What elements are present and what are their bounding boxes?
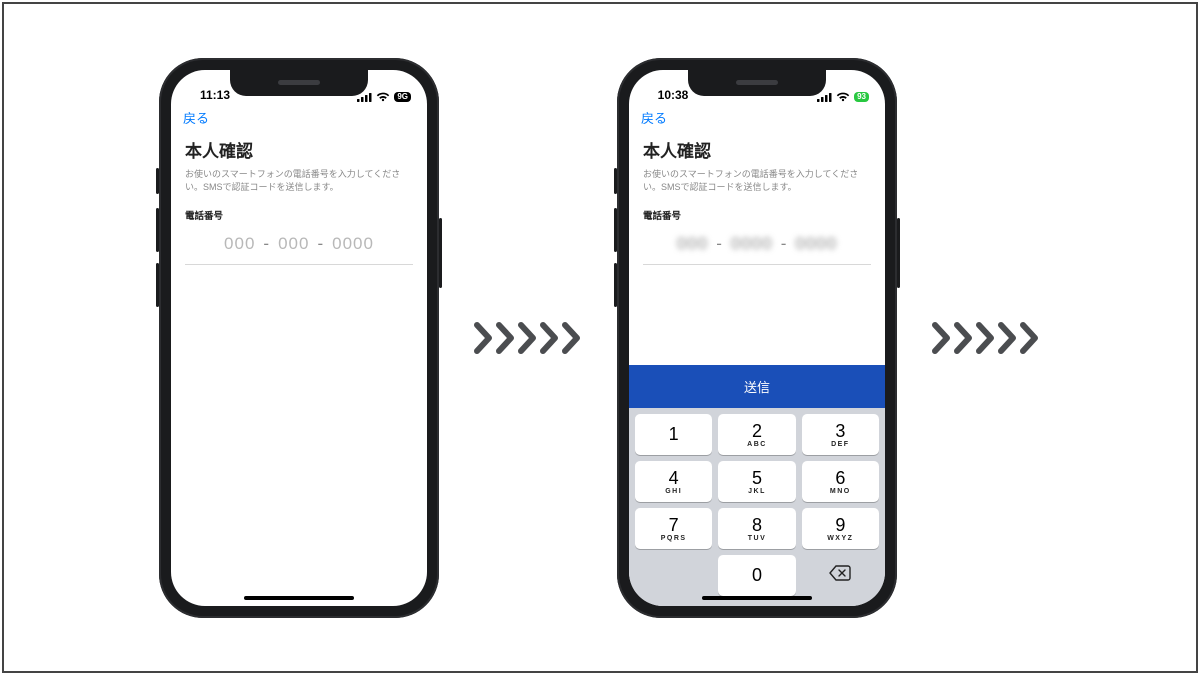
phone-separator: - — [781, 234, 788, 254]
page-subtext: お使いのスマートフォンの電話番号を入力してください。SMSで認証コードを送信しま… — [185, 168, 413, 194]
battery-icon: 93 — [854, 92, 869, 102]
flow-arrows-1 — [473, 321, 583, 355]
phone-field-label: 電話番号 — [643, 208, 871, 222]
key-blank — [635, 555, 712, 596]
cellular-signal-icon — [817, 92, 832, 102]
home-indicator[interactable] — [244, 596, 354, 600]
notch — [230, 70, 368, 96]
key-4[interactable]: 4GHI — [635, 461, 712, 502]
wifi-icon — [836, 92, 850, 102]
key-3[interactable]: 3DEF — [802, 414, 879, 455]
key-9[interactable]: 9WXYZ — [802, 508, 879, 549]
phone-seg-1: 000 — [677, 234, 708, 254]
phone-number-input[interactable]: 000 - 0000 - 0000 — [643, 228, 871, 265]
home-indicator[interactable] — [702, 596, 812, 600]
phone-separator: - — [263, 234, 270, 254]
nav-back-link[interactable]: 戻る — [171, 104, 427, 133]
notch — [688, 70, 826, 96]
key-2[interactable]: 2ABC — [718, 414, 795, 455]
screen-right: 10:38 93 戻る 本人確認 お使いのスマートフォンの電話番号を入力して — [629, 70, 885, 606]
battery-icon: 9G — [394, 92, 411, 102]
phone-separator: - — [317, 234, 324, 254]
key-0[interactable]: 0 — [718, 555, 795, 596]
screen-left: 11:13 9G 戻る 本人確認 お使いのスマートフォンの電話番号を入力して — [171, 70, 427, 606]
phone-seg-3: 0000 — [795, 234, 837, 254]
key-8[interactable]: 8TUV — [718, 508, 795, 549]
wifi-icon — [376, 92, 390, 102]
phone-number-input[interactable]: 000 - 000 - 0000 — [185, 228, 413, 265]
numeric-keypad: 1 2ABC 3DEF 4GHI 5JKL 6MNO 7PQRS 8TUV 9W… — [629, 408, 885, 606]
backspace-key[interactable] — [802, 555, 879, 596]
submit-button[interactable]: 送信 — [629, 365, 885, 408]
backspace-icon — [829, 564, 851, 587]
page-title: 本人確認 — [185, 137, 413, 162]
phone-mock-right: 10:38 93 戻る 本人確認 お使いのスマートフォンの電話番号を入力して — [617, 58, 897, 618]
phone-separator: - — [716, 234, 723, 254]
key-6[interactable]: 6MNO — [802, 461, 879, 502]
phone-seg-1: 000 — [224, 234, 255, 254]
page-title: 本人確認 — [643, 137, 871, 162]
canvas-frame: 11:13 9G 戻る 本人確認 お使いのスマートフォンの電話番号を入力して — [2, 2, 1198, 673]
nav-back-link[interactable]: 戻る — [629, 104, 885, 133]
key-5[interactable]: 5JKL — [718, 461, 795, 502]
key-1[interactable]: 1 — [635, 414, 712, 455]
phone-seg-3: 0000 — [332, 234, 374, 254]
phone-mock-left: 11:13 9G 戻る 本人確認 お使いのスマートフォンの電話番号を入力して — [159, 58, 439, 618]
stage: 11:13 9G 戻る 本人確認 お使いのスマートフォンの電話番号を入力して — [4, 4, 1196, 671]
phone-seg-2: 0000 — [731, 234, 773, 254]
key-7[interactable]: 7PQRS — [635, 508, 712, 549]
page-subtext: お使いのスマートフォンの電話番号を入力してください。SMSで認証コードを送信しま… — [643, 168, 871, 194]
flow-arrows-2 — [931, 321, 1041, 355]
phone-seg-2: 000 — [278, 234, 309, 254]
phone-field-label: 電話番号 — [185, 208, 413, 222]
